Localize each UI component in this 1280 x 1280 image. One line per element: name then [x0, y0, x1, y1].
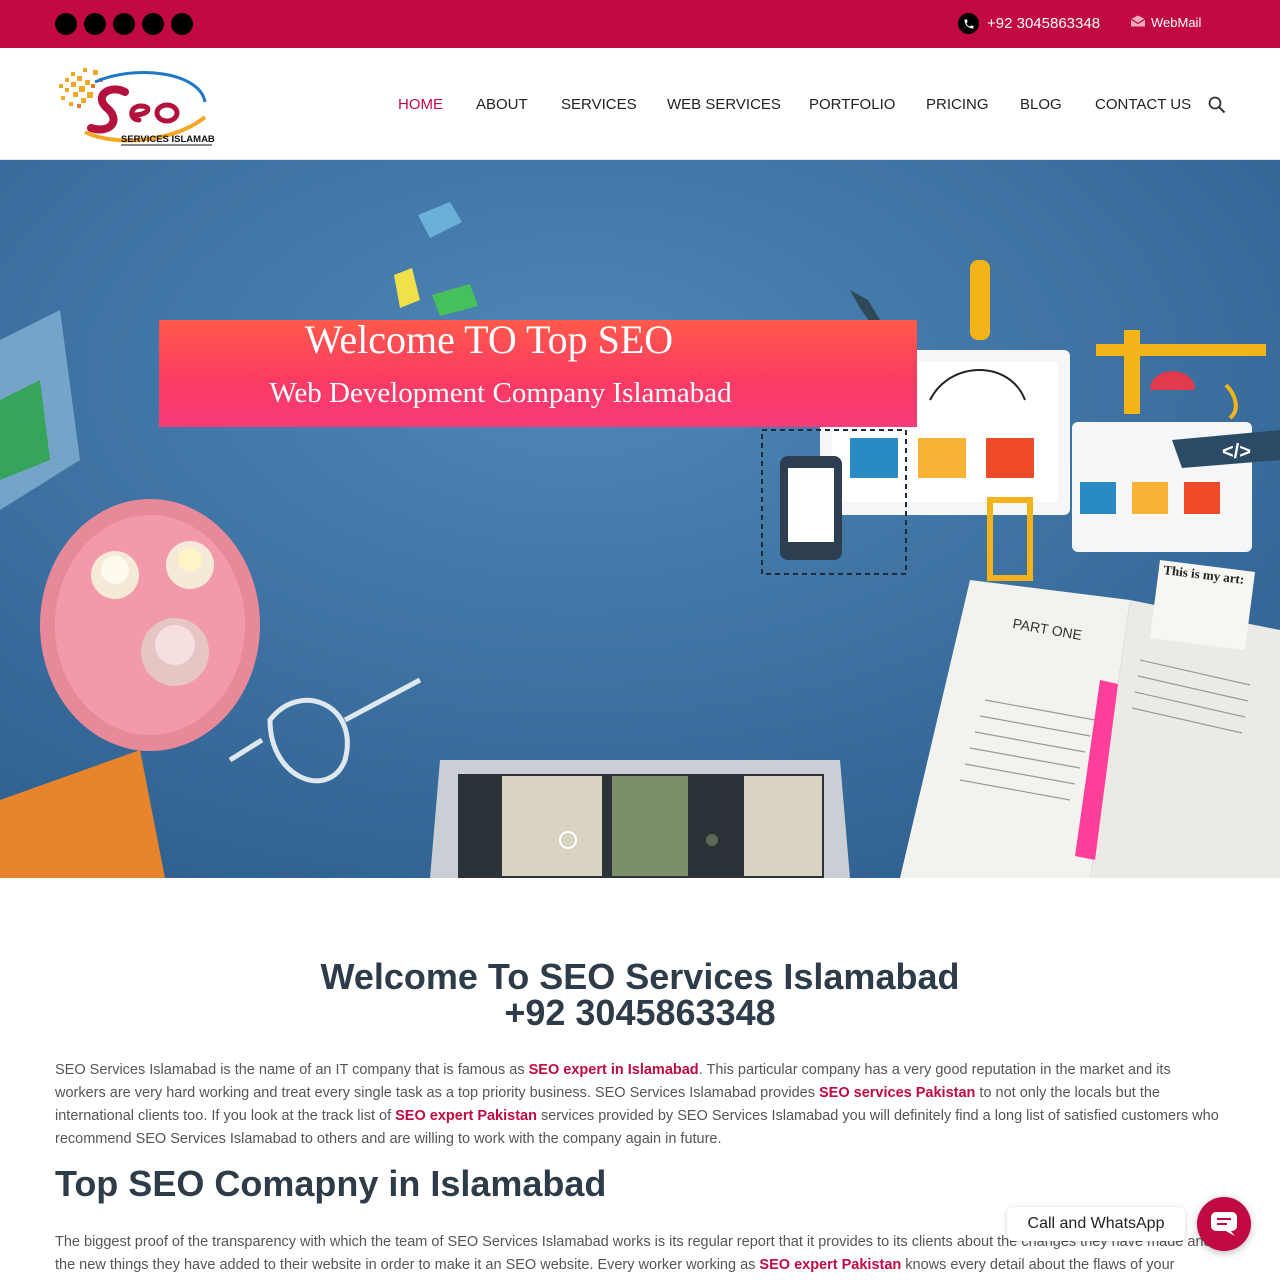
chat-widget-label[interactable]: Call and WhatsApp [1007, 1207, 1185, 1241]
hero-slider: PART ONE This is my art: </> Welcome TO … [0, 160, 1280, 878]
hero-title: Welcome TO Top SEO [304, 317, 674, 362]
chat-bubble-icon [1211, 1212, 1237, 1236]
intro-paragraph: SEO Services Islamabad is the name of an… [55, 1059, 1225, 1151]
mail-icon [1130, 15, 1146, 30]
social-link-icon[interactable] [171, 13, 193, 35]
social-link-icon[interactable] [84, 13, 106, 35]
nav-pricing[interactable]: PRICING [926, 96, 989, 113]
intro-text-1: SEO Services Islamabad is the name of an… [55, 1062, 529, 1078]
nav-blog[interactable]: BLOG [1020, 96, 1062, 113]
site-header: SERVICES ISLAMABAD HOME ABOUT SERVICES W… [0, 48, 1280, 160]
nav-web-services[interactable]: WEB SERVICES [667, 96, 781, 113]
webmail-link[interactable]: WebMail [1130, 15, 1201, 30]
webmail-label: WebMail [1151, 15, 1202, 30]
nav-services[interactable]: SERVICES [561, 96, 637, 113]
link-seo-expert-pakistan-2[interactable]: SEO expert Pakistan [759, 1257, 901, 1273]
section-heading: Top SEO Comapny in Islamabad [55, 1163, 607, 1204]
nav-contact-us[interactable]: CONTACT US [1095, 96, 1191, 113]
top-bar: +92 3045863348 WebMail [0, 0, 1280, 48]
nav-home[interactable]: HOME [398, 96, 443, 113]
hero-illustration: PART ONE This is my art: </> [0, 160, 1280, 878]
social-link-icon[interactable] [142, 13, 164, 35]
welcome-heading: Welcome To SEO Services Islamabad [320, 956, 960, 997]
hero-banner: Welcome TO Top SEO Web Development Compa… [159, 320, 917, 427]
code-tag-label: </> [1222, 441, 1251, 463]
social-link-icon[interactable] [113, 13, 135, 35]
link-seo-expert-islamabad[interactable]: SEO expert in Islamabad [529, 1062, 699, 1078]
link-seo-expert-pakistan[interactable]: SEO expert Pakistan [395, 1108, 537, 1124]
phone-icon [958, 13, 979, 34]
welcome-phone: +92 3045863348 [504, 992, 776, 1033]
search-icon[interactable] [1208, 96, 1226, 114]
social-link-icon[interactable] [55, 13, 77, 35]
link-seo-services-pakistan[interactable]: SEO services Pakistan [819, 1085, 975, 1101]
social-links [55, 13, 193, 35]
logo-tagline: SERVICES ISLAMABAD [121, 134, 215, 145]
top-phone-link[interactable]: +92 3045863348 [958, 13, 1100, 34]
logo-graphic: SERVICES ISLAMABAD [59, 68, 229, 146]
top-phone-number: +92 3045863348 [987, 15, 1101, 32]
hero-subtitle: Web Development Company Islamabad [269, 377, 732, 409]
plate-with-cupcakes-image [40, 499, 260, 751]
site-logo[interactable]: SERVICES ISLAMABAD [55, 62, 229, 148]
laptop-image [430, 760, 850, 878]
chat-widget-button[interactable] [1197, 1197, 1251, 1251]
nav-portfolio[interactable]: PORTFOLIO [809, 96, 895, 113]
nav-about[interactable]: ABOUT [476, 96, 528, 113]
